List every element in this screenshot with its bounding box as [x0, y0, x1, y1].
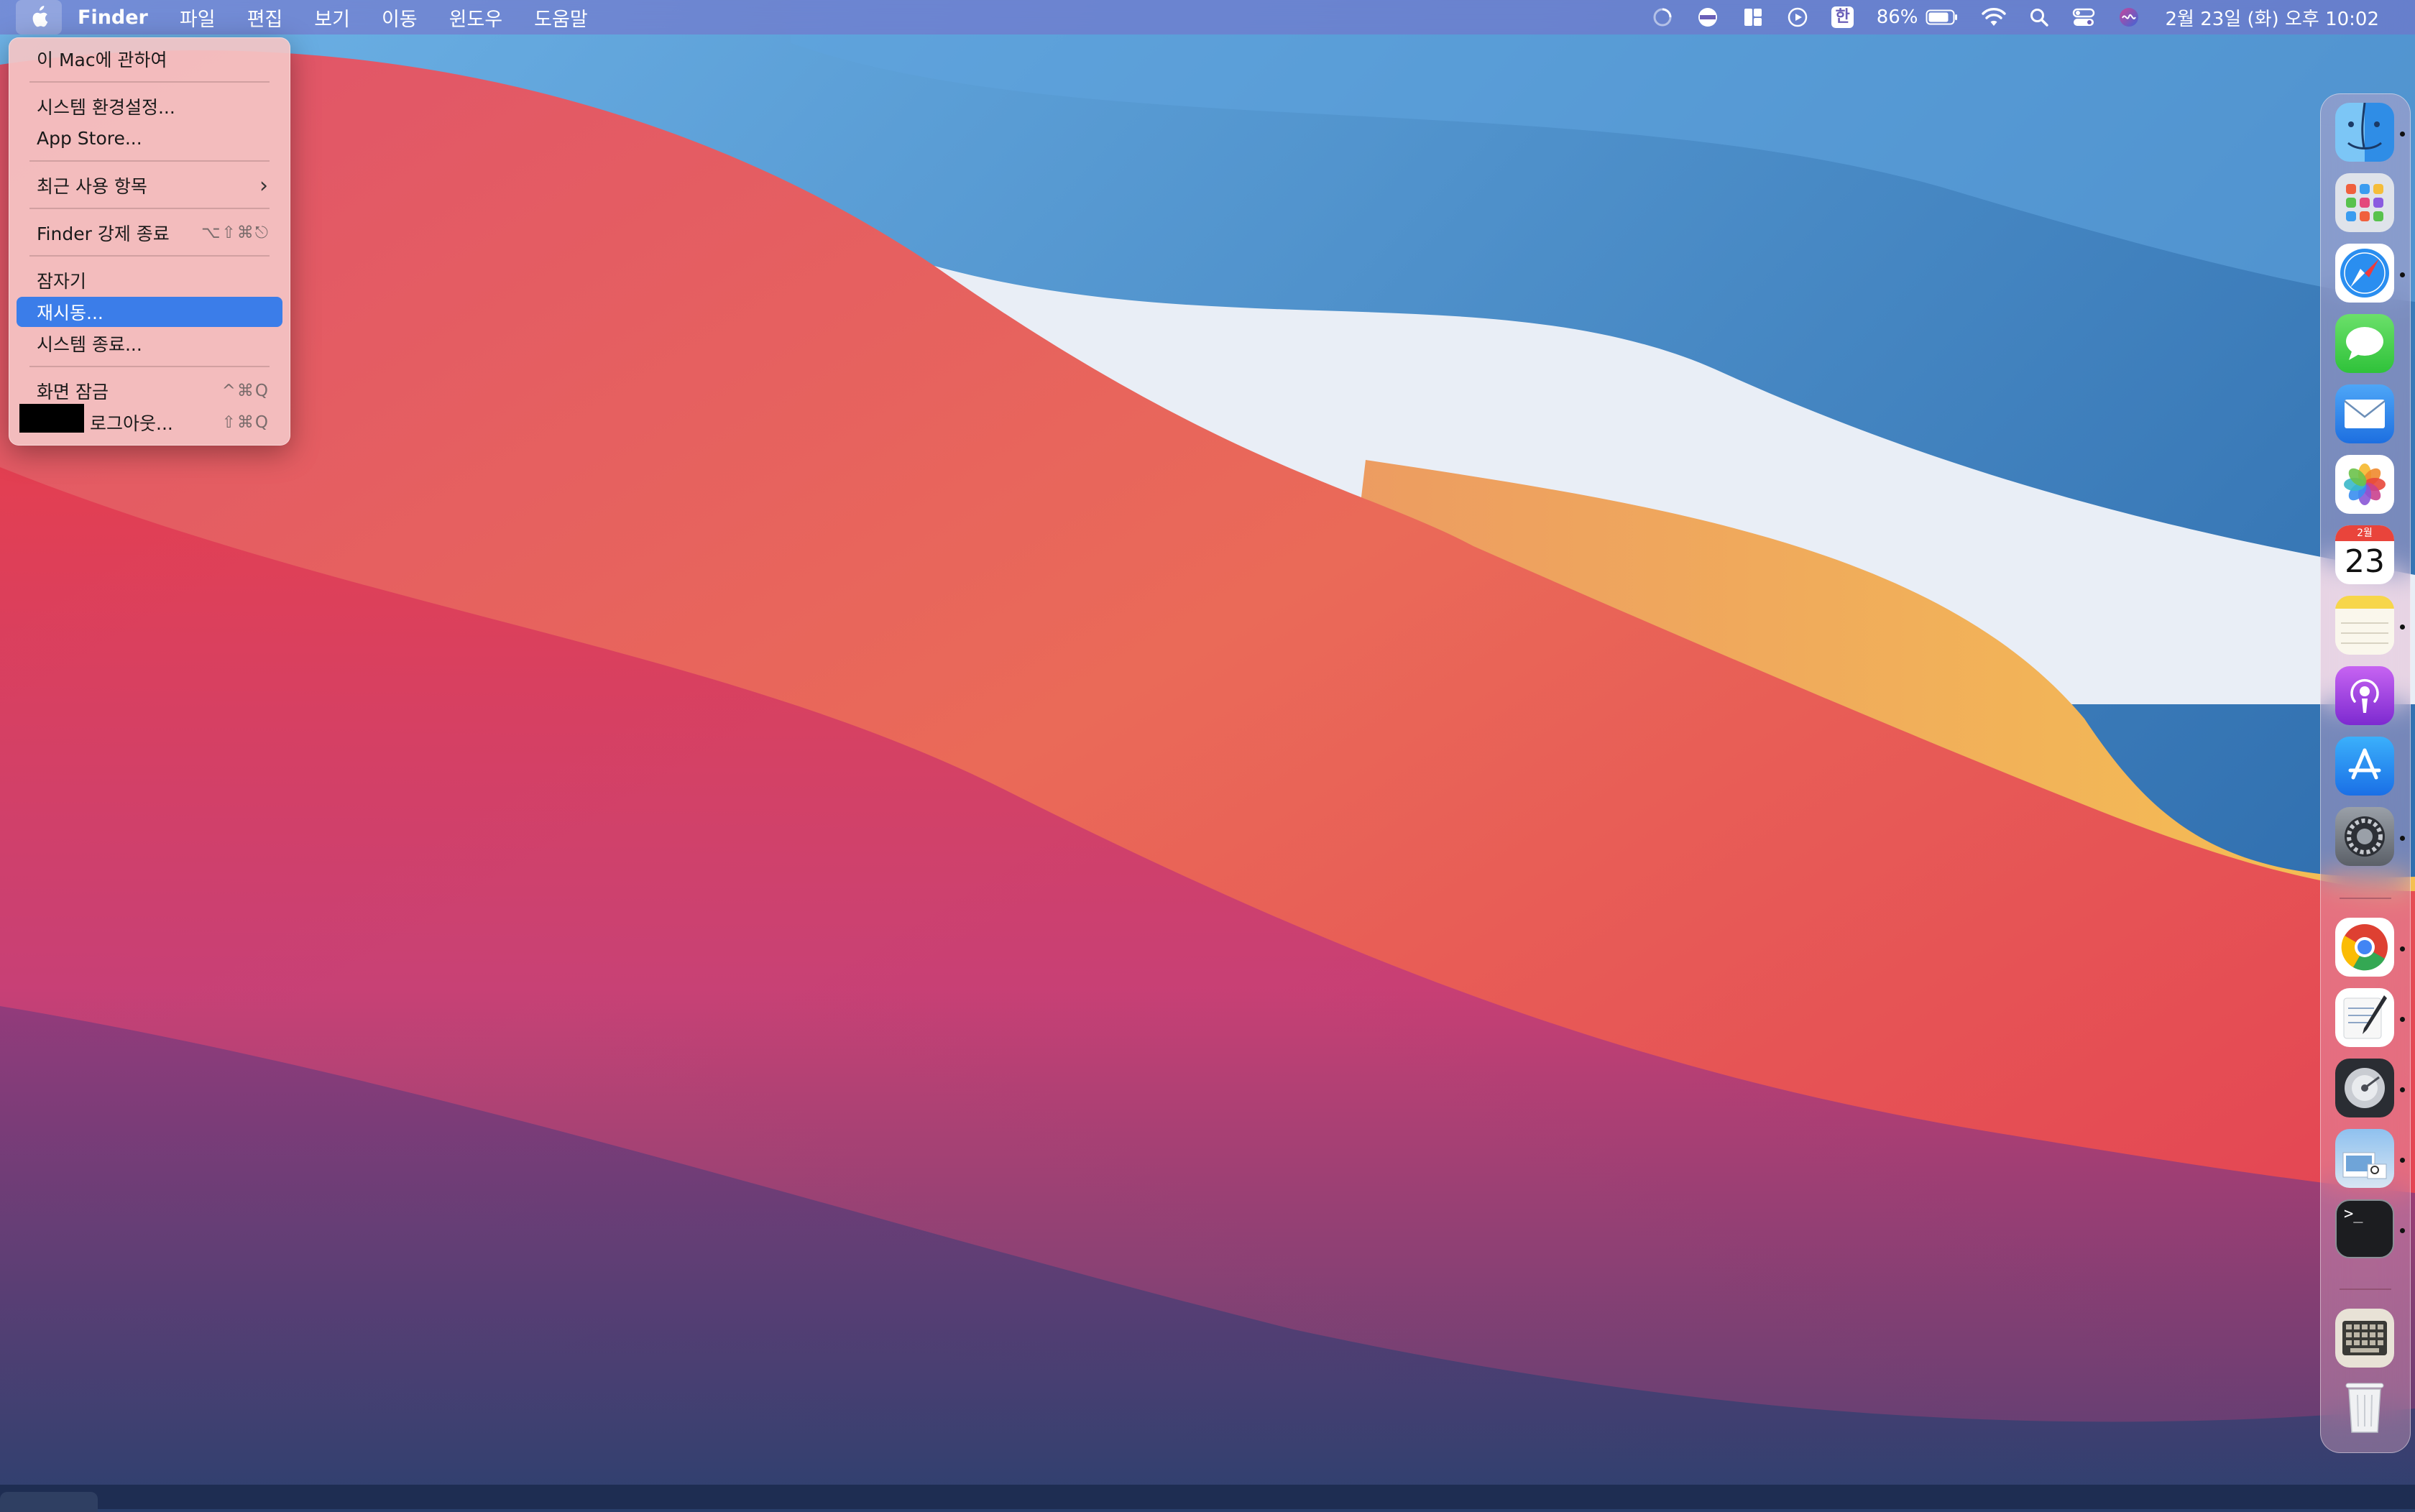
window-manager-icon[interactable]	[1731, 0, 1775, 34]
calendar-month: 2월	[2335, 525, 2394, 541]
podcasts-icon[interactable]	[2335, 666, 2394, 725]
bottom-strip	[0, 1485, 2415, 1509]
menu-help[interactable]: 도움말	[518, 0, 604, 34]
wifi-icon[interactable]	[1970, 0, 2018, 34]
menu-item-restart[interactable]: 재시동...	[17, 297, 282, 327]
messages-icon[interactable]	[2335, 314, 2394, 373]
menu-item-app-store[interactable]: App Store...	[17, 123, 282, 153]
chrome-icon[interactable]	[2335, 918, 2394, 977]
menu-item-system-preferences[interactable]: 시스템 환경설정...	[17, 91, 282, 121]
menu-edit[interactable]: 편집	[231, 0, 299, 34]
input-source-icon[interactable]: 한	[1820, 0, 1864, 34]
photos-icon[interactable]	[2335, 455, 2394, 514]
redacted-username	[19, 404, 84, 433]
battery-percent: 86%	[1876, 6, 1918, 28]
menu-item-shut-down[interactable]: 시스템 종료...	[17, 328, 282, 359]
vpn-status-icon[interactable]	[1685, 0, 1731, 34]
menu-item-force-quit[interactable]: Finder 강제 종료 ⌥⇧⌘⎋	[17, 218, 282, 248]
menu-window[interactable]: 윈도우	[433, 0, 519, 34]
trash-icon[interactable]	[2335, 1378, 2394, 1437]
apple-menu: 이 Mac에 관하여 시스템 환경설정... App Store... 최근 사…	[9, 37, 290, 446]
keyboard-viewer-icon[interactable]	[2335, 1309, 2394, 1368]
textedit-icon[interactable]	[2335, 988, 2394, 1047]
menu-file[interactable]: 파일	[164, 0, 231, 34]
notes-icon[interactable]	[2335, 596, 2394, 655]
menu-item-sleep[interactable]: 잠자기	[17, 265, 282, 295]
dock-separator	[2340, 1289, 2391, 1290]
menu-view[interactable]: 보기	[298, 0, 366, 34]
disk-utility-icon[interactable]	[2335, 1059, 2394, 1117]
running-indicator	[2400, 272, 2405, 277]
menu-separator	[29, 160, 270, 162]
launchpad-icon[interactable]	[2335, 173, 2394, 232]
running-indicator	[2400, 946, 2405, 951]
menu-separator	[29, 366, 270, 367]
mail-icon[interactable]	[2335, 384, 2394, 443]
chevron-right-icon: ›	[259, 172, 270, 198]
safari-icon[interactable]	[2335, 244, 2394, 303]
dock-separator	[2340, 898, 2391, 899]
apple-icon	[32, 6, 48, 27]
play-status-icon[interactable]	[1775, 0, 1820, 34]
desktop-wallpaper	[0, 0, 2415, 1509]
apple-menu-button[interactable]	[16, 0, 62, 34]
menu-finder[interactable]: Finder	[62, 0, 164, 34]
menu-go[interactable]: 이동	[366, 0, 433, 34]
running-indicator	[2400, 1228, 2405, 1233]
running-indicator	[2400, 836, 2405, 841]
clock[interactable]: 2월 23일 (화) 오후 10:02	[2151, 0, 2391, 34]
control-center-icon[interactable]	[2061, 0, 2107, 34]
menu-separator	[29, 255, 270, 257]
running-indicator	[2400, 1017, 2405, 1022]
running-indicator	[2400, 624, 2405, 630]
menu-bar: Finder 파일 편집 보기 이동 윈도우 도움말 한 86% 2월 23일 …	[0, 0, 2415, 34]
running-indicator	[2400, 132, 2405, 137]
dock: 2월 23 >_	[2320, 93, 2411, 1453]
app-store-icon[interactable]	[2335, 737, 2394, 796]
menu-separator	[29, 81, 270, 83]
finder-icon[interactable]	[2335, 103, 2394, 162]
calendar-icon[interactable]: 2월 23	[2335, 525, 2394, 584]
menu-separator	[29, 208, 270, 209]
running-indicator	[2400, 1158, 2405, 1163]
spotlight-search-icon[interactable]	[2018, 0, 2061, 34]
running-indicator	[2400, 1087, 2405, 1092]
preview-icon[interactable]	[2335, 1129, 2394, 1188]
spinner-status-icon[interactable]	[1640, 0, 1685, 34]
terminal-icon[interactable]: >_	[2335, 1199, 2394, 1258]
menu-item-recent-items[interactable]: 최근 사용 항목 ›	[17, 170, 282, 200]
battery-status[interactable]: 86%	[1865, 0, 1970, 34]
siri-icon[interactable]	[2107, 0, 2151, 34]
menu-item-about-this-mac[interactable]: 이 Mac에 관하여	[17, 44, 282, 74]
calendar-day: 23	[2345, 543, 2385, 580]
menu-item-lock-screen[interactable]: 화면 잠금 ^⌘Q	[17, 376, 282, 406]
system-preferences-icon[interactable]	[2335, 807, 2394, 866]
battery-icon	[1926, 9, 1957, 25]
